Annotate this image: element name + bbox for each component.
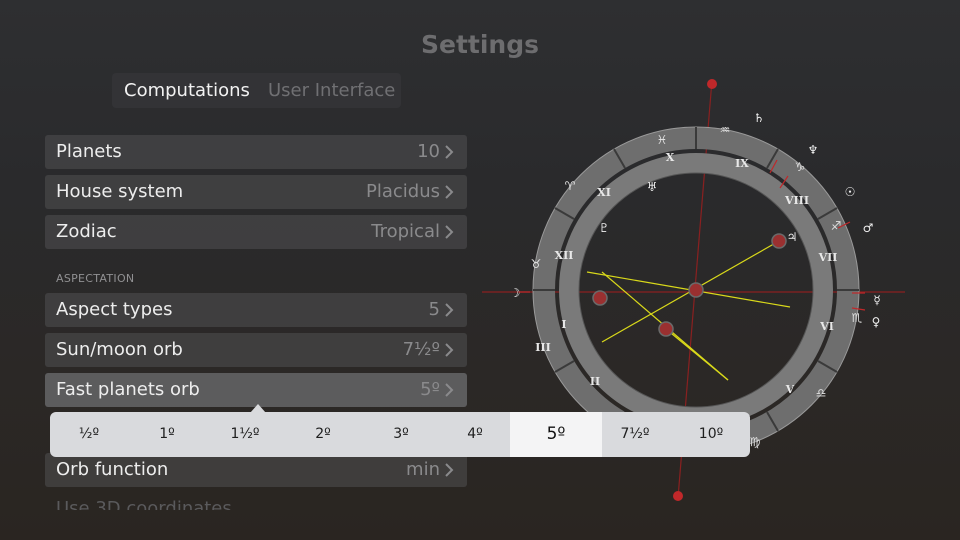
picker-option-1-half[interactable]: 1½º — [206, 412, 284, 457]
row-label: Sun/moon orb — [56, 339, 183, 360]
tab-bar: Computations User Interface — [112, 73, 401, 108]
row-value: 10 — [417, 141, 440, 162]
picker-option-half[interactable]: ½º — [50, 412, 128, 457]
planet-neptune-icon: ♆ — [808, 143, 819, 157]
chevron-right-icon — [445, 383, 454, 397]
mc-marker — [707, 79, 717, 89]
row-label: Aspect types — [56, 299, 173, 320]
house-7-label: VII — [818, 251, 838, 264]
picker-option-2[interactable]: 2º — [284, 412, 362, 457]
planet-pluto-icon: ♇ — [599, 221, 610, 235]
sign-taurus-icon: ♉ — [531, 257, 542, 271]
house-10-label: X — [666, 151, 675, 164]
row-value: Tropical — [371, 221, 440, 242]
chevron-right-icon — [445, 145, 454, 159]
sign-libra-icon: ♎ — [816, 386, 827, 400]
house-8-label: VIII — [784, 194, 809, 207]
row-fast-planets-orb[interactable]: Fast planets orb 5º — [45, 373, 467, 407]
ic-marker — [673, 491, 683, 501]
row-aspect-types[interactable]: Aspect types 5 — [45, 293, 467, 327]
house-5-label: V — [785, 383, 795, 396]
sign-aries-icon: ♈ — [565, 179, 576, 193]
picker-option-3[interactable]: 3º — [362, 412, 440, 457]
picker-option-4[interactable]: 4º — [440, 412, 510, 457]
planet-jupiter-icon: ♃ — [787, 230, 798, 244]
planet-uranus-icon: ♅ — [647, 180, 658, 194]
row-label: Orb function — [56, 459, 169, 480]
section-header-aspectation: ASPECTATION — [56, 272, 135, 285]
row-value: Placidus — [366, 181, 440, 202]
center-dot — [688, 282, 704, 298]
venus-dot — [658, 321, 674, 337]
chevron-right-icon — [445, 185, 454, 199]
row-label: House system — [56, 181, 184, 202]
house-9-label: IX — [735, 157, 749, 170]
chevron-right-icon — [445, 343, 454, 357]
row-label: Zodiac — [56, 221, 117, 242]
page-title: Settings — [420, 30, 539, 59]
house-3-label: III — [535, 341, 550, 354]
row-value: 5 — [428, 299, 440, 320]
sign-sagittarius-icon: ♐ — [831, 219, 842, 233]
sign-capricorn-icon: ♑ — [795, 160, 806, 174]
row-value: min — [406, 459, 440, 480]
chevron-right-icon — [445, 463, 454, 477]
sign-pisces-icon: ♓ — [657, 133, 668, 147]
tab-computations[interactable]: Computations — [124, 80, 250, 101]
row-use-3d-coordinates[interactable]: Use 3D coordinates — [56, 498, 232, 510]
row-value: 7½º — [402, 339, 440, 360]
picker-option-5-selected[interactable]: 5º — [510, 412, 602, 457]
sign-aquarius-icon: ♒ — [720, 123, 731, 137]
picker-option-1[interactable]: 1º — [128, 412, 206, 457]
planet-sun-icon: ☉ — [845, 185, 856, 199]
row-planets[interactable]: Planets 10 — [45, 135, 467, 169]
tab-user-interface[interactable]: User Interface — [268, 80, 395, 101]
planet-venus-icon: ♀ — [872, 315, 881, 329]
jupiter-dot — [771, 233, 787, 249]
planet-saturn-icon: ♄ — [754, 111, 765, 125]
row-zodiac[interactable]: Zodiac Tropical — [45, 215, 467, 249]
house-2-label: II — [590, 375, 600, 388]
picker-option-7-half[interactable]: 7½º — [602, 412, 668, 457]
row-value: 5º — [420, 379, 440, 400]
row-label: Planets — [56, 141, 122, 162]
house-11-label: XI — [597, 186, 611, 199]
row-sun-moon-orb[interactable]: Sun/moon orb 7½º — [45, 333, 467, 367]
aspect-lines — [586, 240, 791, 381]
row-orb-function[interactable]: Orb function min — [45, 453, 467, 487]
planet-dots — [592, 233, 787, 337]
chevron-right-icon — [445, 225, 454, 239]
row-label: Fast planets orb — [56, 379, 200, 400]
planet-mercury-icon: ☿ — [873, 293, 880, 307]
planet-mars-icon: ♂ — [863, 221, 874, 235]
chevron-right-icon — [445, 303, 454, 317]
row-house-system[interactable]: House system Placidus — [45, 175, 467, 209]
planet-moon-icon: ☽ — [510, 286, 521, 300]
moon-dot — [592, 290, 608, 306]
house-1-label: I — [561, 318, 566, 331]
picker-option-10[interactable]: 10º — [668, 412, 754, 457]
sign-scorpio-icon: ♏ — [852, 311, 863, 325]
orb-value-picker: ½º 1º 1½º 2º 3º 4º 5º 7½º 10º — [50, 412, 750, 457]
house-12-label: XII — [555, 249, 574, 262]
house-6-label: VI — [819, 320, 834, 333]
